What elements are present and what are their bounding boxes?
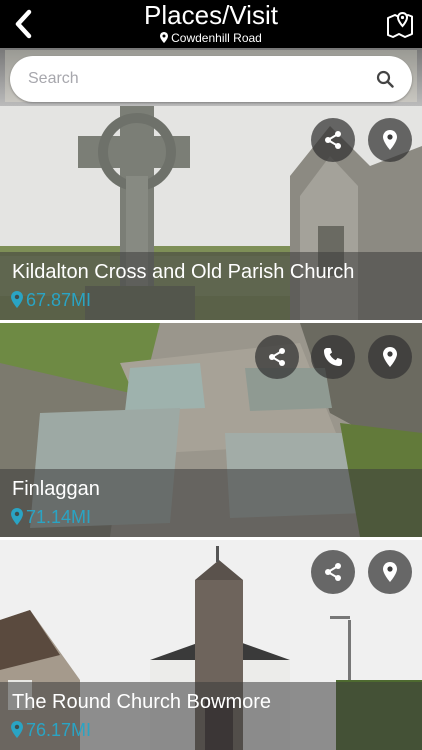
share-icon bbox=[325, 131, 341, 149]
place-card-kildalton[interactable]: Kildalton Cross and Old Parish Church 67… bbox=[0, 106, 422, 320]
share-button[interactable] bbox=[255, 335, 299, 379]
phone-icon bbox=[324, 348, 342, 366]
location-pin-icon bbox=[383, 130, 397, 150]
current-location: Cowdenhill Road bbox=[0, 30, 422, 46]
place-distance: 67.87MI bbox=[11, 288, 91, 312]
location-pin-icon bbox=[383, 562, 397, 582]
search-icon[interactable] bbox=[376, 70, 394, 88]
place-distance-value: 67.87MI bbox=[26, 290, 92, 310]
share-icon bbox=[325, 563, 341, 581]
map-pin-icon bbox=[387, 11, 413, 38]
page-title: Places/Visit bbox=[144, 0, 278, 30]
place-title: Kildalton Cross and Old Parish Church bbox=[12, 261, 355, 283]
place-card-round-church[interactable]: The Round Church Bowmore 76.17MI bbox=[0, 540, 422, 750]
location-pin-icon bbox=[11, 508, 23, 525]
location-pin-icon bbox=[160, 32, 169, 43]
location-pin-icon bbox=[11, 721, 23, 738]
location-pin-icon bbox=[383, 347, 397, 367]
share-icon bbox=[269, 348, 285, 366]
location-button[interactable] bbox=[368, 118, 412, 162]
place-title: The Round Church Bowmore bbox=[12, 691, 272, 713]
nav-header: Places/Visit Cowdenhill Road bbox=[0, 0, 422, 48]
place-info-bar: Kildalton Cross and Old Parish Church 67… bbox=[0, 252, 422, 320]
map-view-button[interactable] bbox=[386, 10, 414, 38]
place-distance: 76.17MI bbox=[11, 718, 91, 742]
search-input[interactable]: Search bbox=[28, 56, 79, 102]
place-distance: 71.14MI bbox=[11, 505, 91, 529]
share-button[interactable] bbox=[311, 118, 355, 162]
search-bar[interactable]: Search bbox=[10, 56, 412, 102]
place-info-bar: Finlaggan 71.14MI bbox=[0, 469, 422, 537]
location-button[interactable] bbox=[368, 335, 412, 379]
place-info-bar: The Round Church Bowmore 76.17MI bbox=[0, 682, 422, 750]
place-title: Finlaggan bbox=[12, 478, 100, 500]
current-location-label: Cowdenhill Road bbox=[171, 31, 262, 45]
place-card-finlaggan[interactable]: Finlaggan 71.14MI bbox=[0, 323, 422, 537]
share-button[interactable] bbox=[311, 550, 355, 594]
place-distance-value: 76.17MI bbox=[26, 720, 92, 740]
call-button[interactable] bbox=[311, 335, 355, 379]
place-distance-value: 71.14MI bbox=[26, 507, 92, 527]
location-button[interactable] bbox=[368, 550, 412, 594]
location-pin-icon bbox=[11, 291, 23, 308]
